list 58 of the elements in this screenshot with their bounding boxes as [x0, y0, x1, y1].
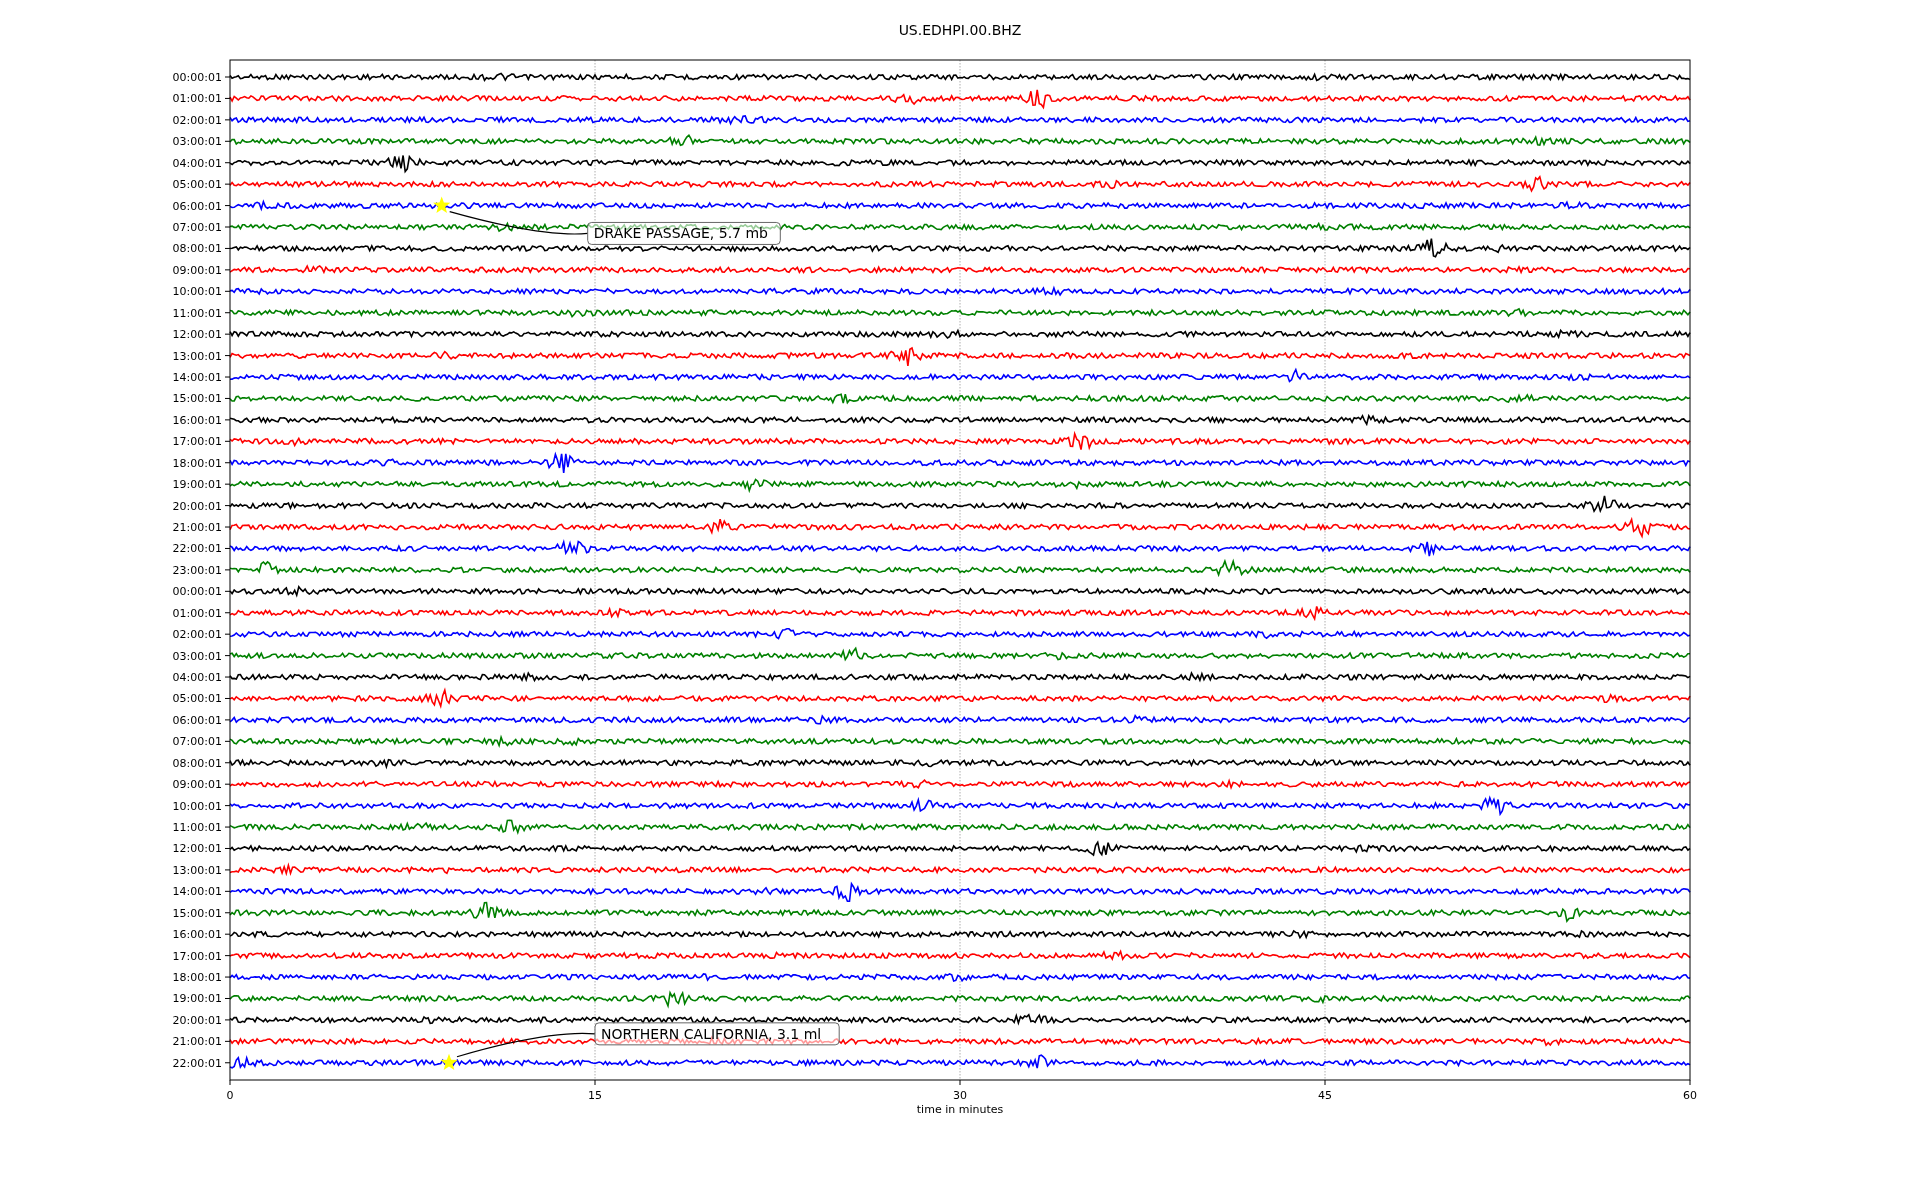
- row-time-label: 08:00:01: [172, 242, 222, 256]
- row-time-label: 05:00:01: [172, 178, 222, 192]
- event-label: NORTHERN CALIFORNIA, 3.1 ml: [594, 1022, 840, 1046]
- row-time-label: 19:00:01: [172, 992, 222, 1006]
- row-time-label: 20:00:01: [172, 1013, 222, 1027]
- row-time-label: 22:00:01: [172, 542, 222, 556]
- row-time-label: 04:00:01: [172, 156, 222, 170]
- row-time-label: 07:00:01: [172, 221, 222, 234]
- event-label: DRAKE PASSAGE, 5.7 mb: [587, 221, 781, 245]
- row-time-label: 06:00:01: [172, 199, 222, 213]
- row-time-label: 00:00:01: [172, 585, 222, 599]
- row-time-label: 21:00:01: [172, 521, 222, 535]
- row-time-label: 16:00:01: [172, 928, 222, 942]
- row-time-label: 14:00:01: [172, 885, 222, 899]
- row-time-label: 18:00:01: [172, 971, 222, 985]
- row-time-label: 15:00:01: [172, 906, 222, 920]
- row-time-label: 13:00:01: [172, 863, 222, 877]
- row-time-label: 17:00:01: [172, 949, 222, 963]
- row-time-label: 18:00:01: [172, 456, 222, 470]
- row-time-label: 12:00:01: [172, 328, 222, 342]
- row-time-label: 02:00:01: [172, 113, 222, 127]
- row-time-label: 04:00:01: [172, 671, 222, 685]
- row-time-label: 09:00:01: [172, 263, 222, 277]
- row-time-label: 23:00:01: [172, 563, 222, 577]
- x-tick-label: 15: [588, 1089, 602, 1102]
- row-time-label: 12:00:01: [172, 842, 222, 856]
- x-tick-label: 60: [1683, 1089, 1697, 1102]
- row-time-label: 17:00:01: [172, 435, 222, 449]
- row-time-label: 13:00:01: [172, 349, 222, 363]
- row-time-label: 03:00:01: [172, 649, 222, 663]
- row-time-label: 10:00:01: [172, 799, 222, 813]
- row-time-label: 11:00:01: [172, 306, 222, 320]
- row-time-label: 02:00:01: [172, 628, 222, 642]
- row-time-label: 14:00:01: [172, 371, 222, 384]
- row-time-label: 03:00:01: [172, 135, 222, 149]
- row-time-label: 19:00:01: [172, 478, 222, 492]
- x-tick-label: 30: [953, 1089, 967, 1102]
- row-time-label: 15:00:01: [172, 392, 222, 406]
- row-time-label: 09:00:01: [172, 778, 222, 792]
- star-marker: [433, 196, 451, 213]
- row-time-label: 10:00:01: [172, 285, 222, 299]
- row-time-label: 06:00:01: [172, 713, 222, 727]
- row-time-label: 05:00:01: [172, 692, 222, 706]
- row-time-label: 22:00:01: [172, 1056, 222, 1070]
- row-time-label: 01:00:01: [172, 606, 222, 620]
- row-time-label: 16:00:01: [172, 413, 222, 427]
- x-tick-label: 0: [226, 1089, 234, 1102]
- x-axis-label: time in minutes: [916, 1103, 1004, 1116]
- row-time-label: 11:00:01: [172, 821, 222, 835]
- row-time-label: 08:00:01: [172, 756, 222, 770]
- row-time-label: 01:00:01: [172, 92, 222, 106]
- plot-title: US.EDHPI.00.BHZ: [898, 22, 1022, 38]
- x-tick-label: 45: [1318, 1089, 1332, 1102]
- row-time-label: 07:00:01: [172, 735, 222, 749]
- star-marker: [440, 1053, 458, 1071]
- row-time-label: 00:00:01: [172, 71, 222, 84]
- row-time-label: 20:00:01: [172, 499, 222, 513]
- row-time-label: 21:00:01: [172, 1035, 222, 1049]
